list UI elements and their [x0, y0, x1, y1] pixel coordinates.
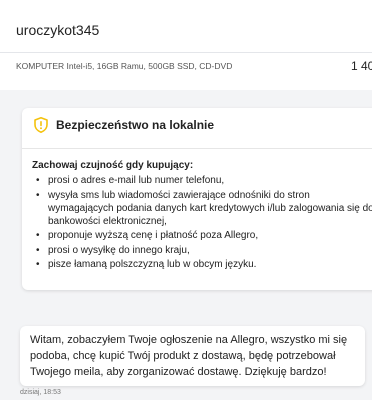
product-price: 1 40: [351, 59, 372, 73]
security-card-title: Bezpieczeństwo na lokalnie: [56, 118, 215, 132]
security-card-header: Bezpieczeństwo na lokalnie: [22, 108, 372, 148]
message-text: Witam, zobaczyłem Twoje ogłoszenie na Al…: [30, 334, 348, 378]
message-timestamp: dzisiaj, 18:53: [20, 389, 61, 396]
warning-item: prosi o wysyłkę do innego kraju,: [32, 244, 372, 257]
buyer-username[interactable]: uroczykot345: [16, 22, 99, 38]
warning-heading: Zachowaj czujność gdy kupujący:: [32, 160, 194, 171]
warning-item: prosi o adres e-mail lub numer telefonu,: [32, 174, 372, 187]
message-bubble: Witam, zobaczyłem Twoje ogłoszenie na Al…: [20, 326, 365, 386]
conversation-header: uroczykot345 KOMPUTER Intel-i5, 16GB Ram…: [0, 0, 372, 90]
product-title[interactable]: KOMPUTER Intel-i5, 16GB Ramu, 500GB SSD,…: [16, 61, 232, 71]
warning-item: pisze łamaną polszczyzną lub w obcym jęz…: [32, 258, 372, 271]
warning-item: proponuje wyższą cenę i płatność poza Al…: [32, 229, 372, 242]
header-divider: [0, 52, 372, 53]
warning-list: prosi o adres e-mail lub numer telefonu,…: [32, 174, 372, 273]
shield-alert-icon: [34, 117, 48, 133]
security-tips-card: Bezpieczeństwo na lokalnie Zachowaj czuj…: [22, 108, 372, 290]
card-divider: [22, 148, 372, 149]
warning-item: wysyła sms lub wiadomości zawierające od…: [32, 189, 372, 228]
